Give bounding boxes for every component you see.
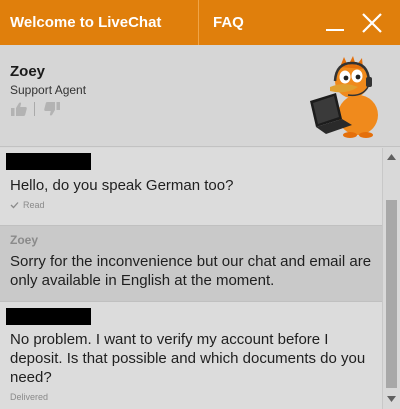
tab-faq[interactable]: FAQ [199,0,309,45]
message-text: Sorry for the inconvenience but our chat… [10,253,372,289]
close-icon [362,12,382,33]
agent-panel: Zoey Support Agent [0,45,400,147]
agent-avatar [300,55,382,139]
message-status: Delivered [10,392,48,402]
scrollbar-thumb[interactable] [386,200,397,388]
agent-role: Support Agent [10,83,87,97]
chat-message-visitor: No problem. I want to verify my account … [0,302,382,409]
message-text: No problem. I want to verify my account … [10,331,366,386]
scroll-down-button[interactable] [383,392,400,406]
redacted-sender-name [6,308,91,325]
thumbs-down-icon [44,102,60,116]
rating-controls [10,101,61,117]
chat-header: Welcome to LiveChat FAQ [0,0,400,45]
chat-message-agent: Zoey Sorry for the inconvenience but our… [0,225,382,302]
tab-welcome[interactable]: Welcome to LiveChat [0,0,199,45]
chat-transcript[interactable]: Hello, do you speak German too? Read Zoe… [0,148,400,409]
chat-message-visitor: Hello, do you speak German too? Read [0,148,382,225]
close-button[interactable] [355,0,389,45]
rating-separator [34,102,35,116]
message-text: Hello, do you speak German too? [10,177,234,194]
scroll-up-arrow-icon [387,154,396,160]
tab-welcome-label: Welcome to LiveChat [10,14,162,31]
chat-scrollbar[interactable] [382,148,400,409]
agent-name: Zoey [10,63,46,80]
message-sender: Zoey [10,233,39,247]
tab-faq-label: FAQ [213,14,244,31]
message-status-label: Delivered [10,392,49,402]
rate-bad-button[interactable] [43,101,61,117]
message-status: Read [10,200,45,210]
minimize-icon [326,28,344,31]
minimize-button[interactable] [318,0,352,45]
thumbs-up-icon [11,102,27,116]
scroll-up-button[interactable] [383,150,400,164]
redacted-sender-name [6,153,91,170]
checkmark-icon [10,202,19,209]
scroll-down-arrow-icon [387,396,396,402]
duck-mascot-icon [310,56,378,138]
rate-good-button[interactable] [10,101,28,117]
message-status-label: Read [23,200,45,210]
